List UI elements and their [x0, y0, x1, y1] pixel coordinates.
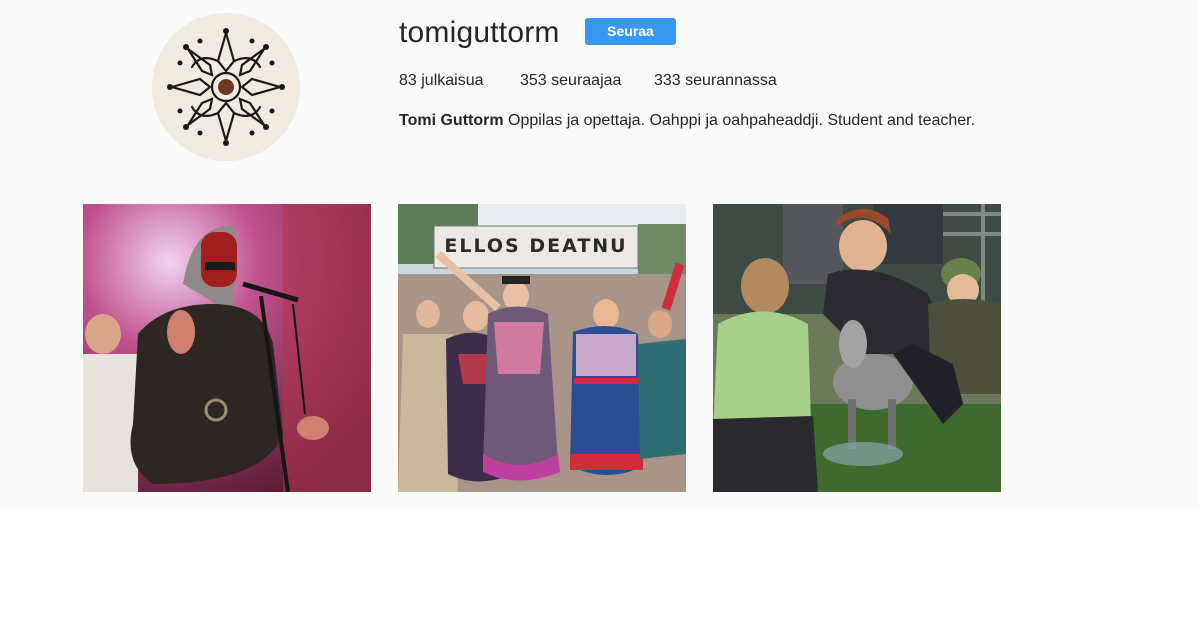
post-thumbnail-2[interactable]: ELLOS DEATNU [398, 204, 686, 492]
stat-followers[interactable]: 353 seuraajaa [520, 71, 621, 91]
follow-button[interactable]: Seuraa [585, 18, 676, 45]
banner-text: ELLOS DEATNU [444, 235, 627, 257]
profile-bio: Tomi Guttorm Oppilas ja opettaja. Oahppi… [399, 111, 975, 131]
stat-following-label: seurannassa [685, 72, 777, 89]
bio-text: Oppilas ja opettaja. Oahppi ja oahpahead… [508, 112, 976, 129]
post-thumbnail-1[interactable] [83, 204, 371, 492]
profile-username: tomiguttorm [399, 16, 560, 49]
post-thumbnail-3[interactable] [713, 204, 1001, 492]
singer-on-stage-photo [83, 204, 371, 492]
profile-avatar[interactable] [152, 13, 300, 161]
stat-following-count: 333 [654, 72, 681, 89]
reindeer-and-people-photo [713, 204, 1001, 492]
stat-followers-count: 353 [520, 72, 547, 89]
festival-crowd-photo: ELLOS DEATNU [398, 204, 686, 492]
bio-full-name: Tomi Guttorm [399, 112, 504, 129]
stat-followers-label: seuraajaa [551, 72, 622, 89]
stat-posts: 83 julkaisua [399, 71, 484, 91]
stat-posts-label: julkaisua [421, 72, 484, 89]
stat-following[interactable]: 333 seurannassa [654, 71, 777, 91]
stat-posts-count: 83 [399, 72, 417, 89]
avatar-pattern-image [152, 13, 300, 161]
